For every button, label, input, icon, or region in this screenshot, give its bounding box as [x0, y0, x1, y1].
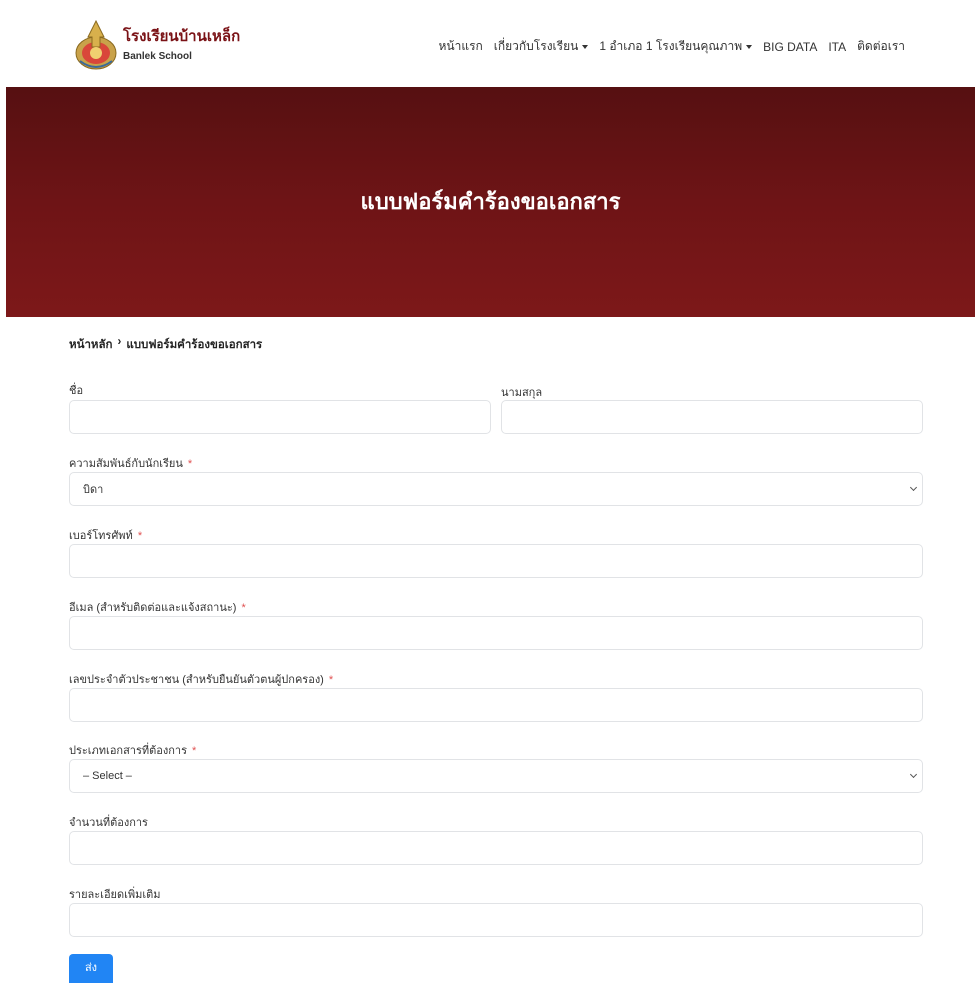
- label-text: เบอร์โทรศัพท์: [69, 530, 133, 542]
- nav-item-about[interactable]: เกี่ยวกับโรงเรียน: [494, 37, 589, 56]
- nav-label: หน้าแรก: [438, 39, 483, 53]
- relation-select[interactable]: บิดา: [69, 472, 923, 506]
- nav-item-ita[interactable]: ITA: [828, 37, 846, 56]
- nav-item-contact[interactable]: ติดต่อเรา: [857, 37, 905, 56]
- breadcrumb-current: แบบฟอร์มคำร้องขอเอกสาร: [126, 339, 263, 351]
- label-text: รายละเอียดเพิ่มเติม: [69, 889, 161, 901]
- details-label: รายละเอียดเพิ่มเติม: [69, 885, 161, 903]
- select-value: – Select –: [83, 770, 132, 782]
- label-text: เลขประจำตัวประชาชน (สำหรับยืนยันตัวตนผู้…: [69, 674, 324, 686]
- email-label: อีเมล (สำหรับติดต่อและแจ้งสถานะ) *: [69, 598, 246, 616]
- nav-label: BIG DATA: [763, 39, 818, 54]
- label-text: ชื่อ: [69, 385, 84, 397]
- nav-item-home[interactable]: หน้าแรก: [438, 37, 482, 56]
- required-marker: *: [187, 458, 193, 470]
- email-input[interactable]: [69, 616, 923, 650]
- phone-input[interactable]: [69, 544, 923, 578]
- brand-subtitle: Banlek School: [123, 51, 192, 62]
- main-nav: หน้าแรก เกี่ยวกับโรงเรียน 1 อำเภอ 1 โรงเ…: [438, 37, 905, 56]
- doc-type-label: ประเภทเอกสารที่ต้องการ *: [69, 741, 196, 759]
- breadcrumb-home-link[interactable]: หน้าหลัก: [69, 336, 113, 354]
- nav-label: เกี่ยวกับโรงเรียน: [493, 39, 579, 53]
- caret-down-icon: [582, 45, 589, 49]
- quantity-input[interactable]: [69, 831, 923, 865]
- last-name-input[interactable]: [501, 400, 923, 434]
- page-title: แบบฟอร์มคำร้องขอเอกสาร: [360, 189, 621, 214]
- nav-label: ติดต่อเรา: [857, 39, 905, 53]
- brand-name[interactable]: โรงเรียนบ้านเหล็ก: [123, 24, 240, 48]
- phone-label: เบอร์โทรศัพท์ *: [69, 526, 142, 544]
- chevron-down-icon: [909, 483, 918, 492]
- breadcrumb: หน้าหลัก › แบบฟอร์มคำร้องขอเอกสาร: [69, 336, 262, 354]
- nav-item-quality-school[interactable]: 1 อำเภอ 1 โรงเรียนคุณภาพ: [599, 37, 753, 56]
- hero-banner: แบบฟอร์มคำร้องขอเอกสาร: [6, 87, 975, 317]
- breadcrumb-separator: ›: [117, 336, 122, 348]
- label-text: ความสัมพันธ์กับนักเรียน: [69, 458, 183, 470]
- required-marker: *: [137, 530, 143, 542]
- details-input[interactable]: [69, 903, 923, 937]
- required-marker: *: [241, 602, 246, 614]
- label-text: นามสกุล: [501, 387, 543, 399]
- submit-button[interactable]: ส่ง: [69, 954, 113, 983]
- school-logo-icon[interactable]: [74, 17, 118, 71]
- required-marker: *: [192, 745, 197, 757]
- nav-label: 1 อำเภอ 1 โรงเรียนคุณภาพ: [599, 39, 743, 53]
- label-text: ประเภทเอกสารที่ต้องการ: [69, 745, 188, 757]
- first-name-label: ชื่อ: [69, 381, 83, 399]
- doc-type-select[interactable]: – Select –: [69, 759, 923, 793]
- id-card-input[interactable]: [69, 688, 923, 722]
- select-value: บิดา: [83, 484, 104, 496]
- first-name-input[interactable]: [69, 400, 491, 434]
- quantity-label: จำนวนที่ต้องการ: [69, 813, 148, 831]
- id-card-label: เลขประจำตัวประชาชน (สำหรับยืนยันตัวตนผู้…: [69, 670, 333, 688]
- relation-label: ความสัมพันธ์กับนักเรียน *: [69, 454, 192, 472]
- label-text: จำนวนที่ต้องการ: [69, 817, 148, 829]
- last-name-label: นามสกุล: [501, 383, 542, 401]
- chevron-down-icon: [909, 770, 918, 779]
- nav-item-big-data[interactable]: BIG DATA: [763, 37, 817, 56]
- site-header: โรงเรียนบ้านเหล็ก Banlek School หน้าแรก …: [0, 0, 975, 87]
- nav-label: ITA: [828, 39, 847, 54]
- required-marker: *: [328, 674, 334, 686]
- caret-down-icon: [746, 45, 753, 49]
- label-text: อีเมล (สำหรับติดต่อและแจ้งสถานะ): [69, 602, 237, 614]
